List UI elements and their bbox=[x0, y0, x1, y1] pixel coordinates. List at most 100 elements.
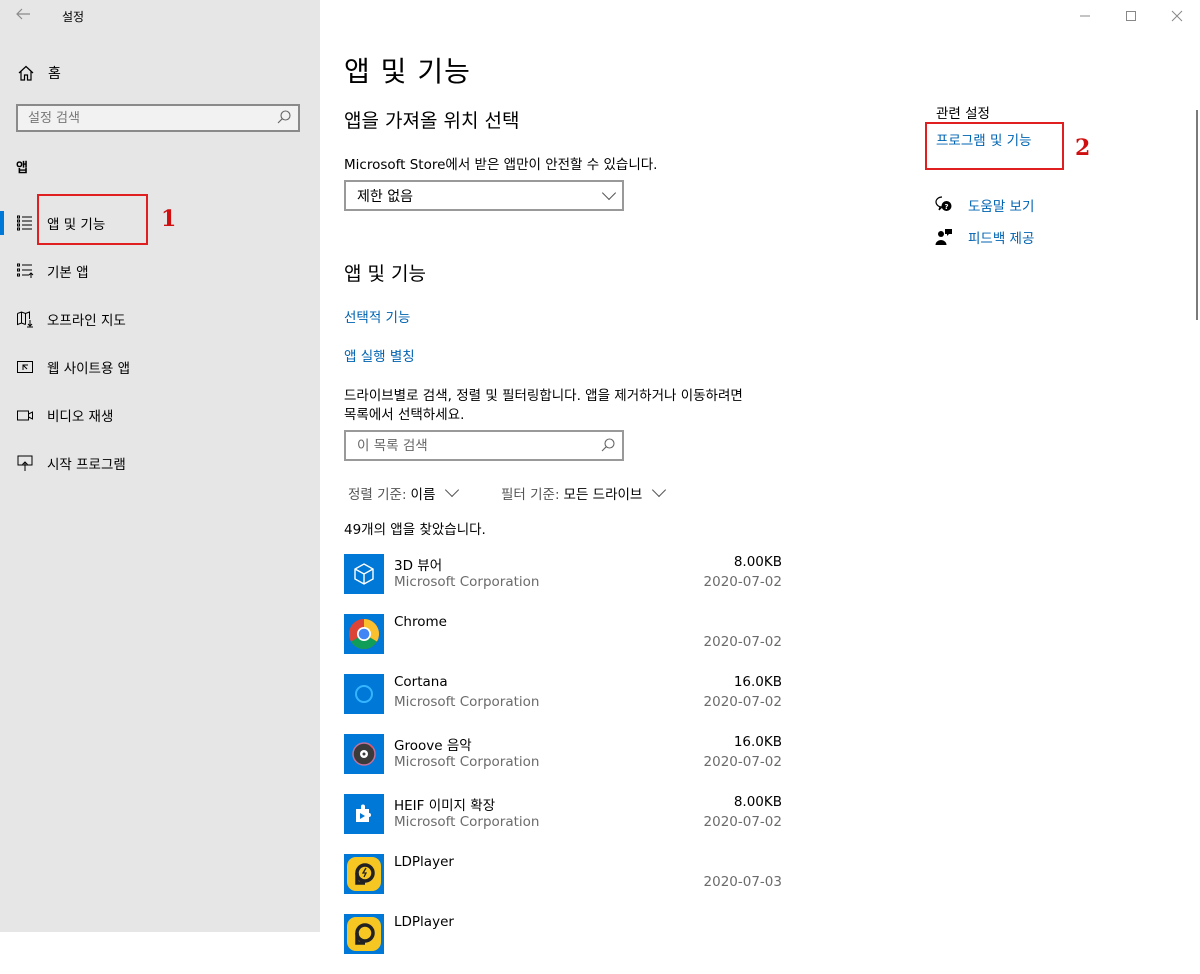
maximize-icon bbox=[1126, 11, 1136, 21]
install-source-heading: 앱을 가져올 위치 선택 bbox=[344, 110, 520, 132]
apps-description-line2: 목록에서 선택하세요. bbox=[344, 407, 465, 423]
home-label: 홈 bbox=[48, 66, 61, 82]
app-list-item[interactable]: LDPlayer 2020-07-03 bbox=[344, 854, 784, 914]
get-help-link[interactable]: 도움말 보기 bbox=[968, 195, 1034, 215]
startup-icon bbox=[17, 455, 33, 471]
cortana-icon bbox=[344, 674, 384, 714]
close-button[interactable] bbox=[1154, 0, 1200, 32]
help-chat-icon: ? bbox=[935, 196, 952, 211]
sidebar-item-label: 기본 앱 bbox=[47, 265, 89, 281]
chrome-icon bbox=[344, 614, 384, 654]
install-source-description: Microsoft Store에서 받은 앱만이 안전할 수 있습니다. bbox=[344, 157, 658, 173]
sort-dropdown[interactable]: 정렬 기준: 이름 bbox=[348, 482, 460, 503]
app-size: 8.00KB bbox=[733, 794, 782, 810]
maximize-button[interactable] bbox=[1108, 0, 1154, 32]
app-size: 8.00KB bbox=[733, 554, 782, 570]
app-list-item[interactable]: 3D 뷰어 Microsoft Corporation 8.00KB 2020-… bbox=[344, 554, 784, 614]
optional-features-link[interactable]: 선택적 기능 bbox=[344, 306, 410, 326]
app-name: LDPlayer bbox=[394, 914, 454, 930]
chevron-down-icon bbox=[445, 482, 460, 498]
sidebar-section-apps: 앱 bbox=[16, 161, 28, 176]
annotation-number-1: 1 bbox=[161, 206, 177, 232]
related-settings-heading: 관련 설정 bbox=[936, 106, 990, 122]
apps-description-line1: 드라이브별로 검색, 정렬 및 필터링합니다. 앱을 제거하거나 이동하려면 bbox=[344, 388, 743, 404]
chevron-down-icon bbox=[652, 482, 667, 498]
annotation-box-2 bbox=[925, 122, 1064, 170]
back-arrow-icon bbox=[16, 8, 30, 20]
sidebar-item-video-playback[interactable]: 비디오 재생 bbox=[0, 395, 320, 435]
get-help-link-row[interactable]: ? 도움말 보기 bbox=[934, 195, 1034, 215]
default-apps-icon bbox=[17, 263, 34, 278]
app-name: Cortana bbox=[394, 674, 448, 690]
minimize-icon bbox=[1080, 15, 1090, 17]
app-name: HEIF 이미지 확장 bbox=[394, 798, 496, 814]
settings-search-box[interactable] bbox=[16, 104, 300, 132]
home-icon bbox=[18, 65, 34, 81]
apps-for-websites-icon bbox=[17, 361, 33, 373]
feedback-icon bbox=[935, 229, 952, 245]
app-size: 16.0KB bbox=[733, 674, 782, 690]
sort-label: 정렬 기준: bbox=[348, 487, 407, 503]
app-list-search-input[interactable] bbox=[346, 432, 608, 459]
app-list-item[interactable]: LDPlayer bbox=[344, 914, 784, 974]
app-list-item[interactable]: Cortana Microsoft Corporation 16.0KB 202… bbox=[344, 674, 784, 734]
app-name: Groove 음악 bbox=[394, 738, 472, 754]
sidebar-item-label: 오프라인 지도 bbox=[47, 313, 126, 329]
give-feedback-link[interactable]: 피드백 제공 bbox=[968, 227, 1034, 247]
sidebar-item-label: 시작 프로그램 bbox=[47, 457, 126, 473]
main-content: 앱 및 기능 앱을 가져올 위치 선택 Microsoft Store에서 받은… bbox=[320, 0, 1200, 954]
dropdown-value: 제한 없음 bbox=[357, 188, 413, 205]
sidebar-item-label: 비디오 재생 bbox=[47, 409, 114, 425]
annotation-box-1 bbox=[37, 194, 148, 245]
app-list-item[interactable]: HEIF 이미지 확장 Microsoft Corporation 8.00KB… bbox=[344, 794, 784, 854]
close-icon bbox=[1171, 10, 1183, 22]
app-size: 16.0KB bbox=[733, 734, 782, 750]
settings-search-input[interactable] bbox=[18, 106, 278, 130]
back-button[interactable] bbox=[15, 6, 35, 26]
app-count: 49개의 앱을 찾았습니다. bbox=[344, 522, 486, 538]
page-title: 앱 및 기능 bbox=[344, 55, 471, 88]
give-feedback-link-row[interactable]: 피드백 제공 bbox=[934, 227, 1034, 247]
filter-dropdown[interactable]: 필터 기준: 모든 드라이브 bbox=[501, 482, 667, 503]
apps-features-heading: 앱 및 기능 bbox=[344, 263, 426, 285]
search-icon[interactable] bbox=[600, 437, 616, 453]
filter-value: 모든 드라이브 bbox=[563, 487, 643, 503]
apps-features-icon bbox=[17, 215, 32, 231]
3d-viewer-icon bbox=[344, 554, 384, 594]
app-list-search-box[interactable] bbox=[344, 430, 624, 461]
sort-value: 이름 bbox=[410, 487, 436, 503]
sidebar: 설정 홈 앱 앱 및 기능 기본 앱 오프라인 지도 웹 사이트용 앱 비디오 … bbox=[0, 0, 320, 932]
home-nav[interactable]: 홈 bbox=[16, 60, 316, 86]
heif-extension-icon bbox=[344, 794, 384, 834]
app-name: 3D 뷰어 bbox=[394, 558, 443, 574]
groove-music-icon bbox=[344, 734, 384, 774]
window-title: 설정 bbox=[62, 10, 85, 24]
sidebar-item-offline-maps[interactable]: 오프라인 지도 bbox=[0, 299, 320, 339]
svg-text:?: ? bbox=[944, 203, 948, 211]
app-date: 2020-07-02 bbox=[703, 814, 782, 830]
sidebar-item-label: 웹 사이트용 앱 bbox=[47, 361, 131, 377]
vertical-scrollbar[interactable] bbox=[1196, 110, 1198, 320]
annotation-number-2: 2 bbox=[1075, 135, 1091, 161]
sidebar-item-startup[interactable]: 시작 프로그램 bbox=[0, 443, 320, 483]
sidebar-item-apps-for-websites[interactable]: 웹 사이트용 앱 bbox=[0, 347, 320, 387]
minimize-button[interactable] bbox=[1062, 0, 1108, 32]
app-name: LDPlayer bbox=[394, 854, 454, 870]
sidebar-item-default-apps[interactable]: 기본 앱 bbox=[0, 251, 320, 291]
search-icon[interactable] bbox=[276, 109, 292, 125]
app-name: Chrome bbox=[394, 614, 447, 630]
app-publisher: Microsoft Corporation bbox=[394, 754, 540, 770]
ldplayer-icon bbox=[344, 914, 384, 954]
ldplayer-icon bbox=[344, 854, 384, 894]
filter-label: 필터 기준: bbox=[501, 487, 560, 503]
app-execution-aliases-link[interactable]: 앱 실행 별칭 bbox=[344, 345, 415, 365]
chevron-down-icon bbox=[601, 185, 617, 201]
install-source-dropdown[interactable]: 제한 없음 bbox=[344, 180, 624, 211]
app-date: 2020-07-02 bbox=[703, 634, 782, 650]
app-date: 2020-07-02 bbox=[703, 754, 782, 770]
app-list-item[interactable]: Groove 음악 Microsoft Corporation 16.0KB 2… bbox=[344, 734, 784, 794]
app-date: 2020-07-03 bbox=[703, 874, 782, 890]
app-publisher: Microsoft Corporation bbox=[394, 574, 540, 590]
app-publisher: Microsoft Corporation bbox=[394, 694, 540, 710]
app-list-item[interactable]: Chrome 2020-07-02 bbox=[344, 614, 784, 674]
